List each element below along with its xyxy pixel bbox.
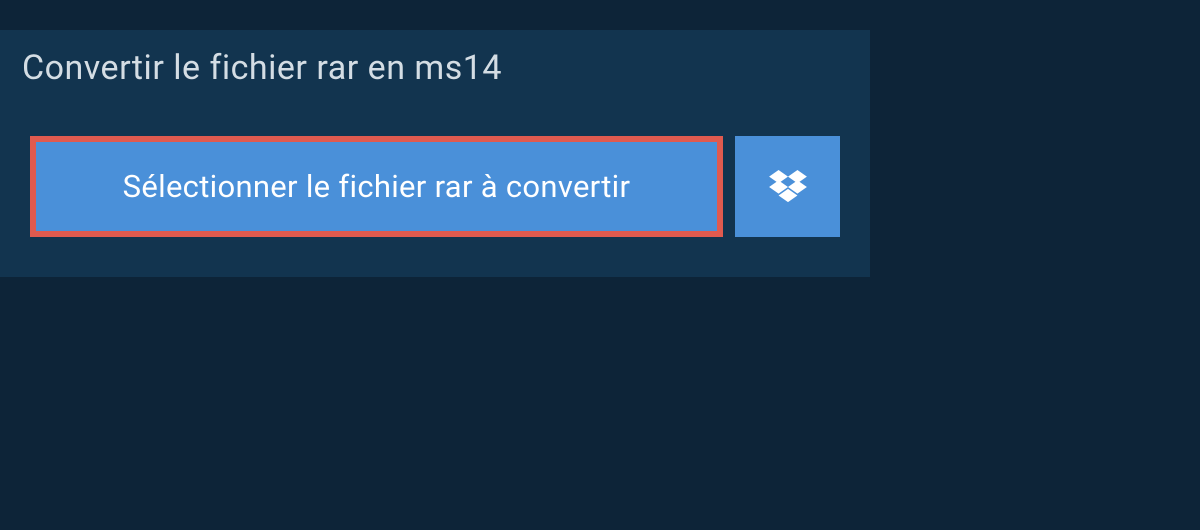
- select-file-label: Sélectionner le fichier rar à convertir: [123, 168, 631, 205]
- title-bar: Convertir le fichier rar en ms14: [0, 30, 552, 106]
- button-row: Sélectionner le fichier rar à convertir: [0, 106, 870, 237]
- dropbox-icon: [769, 170, 807, 204]
- converter-panel: Convertir le fichier rar en ms14 Sélecti…: [0, 30, 870, 277]
- dropbox-button[interactable]: [735, 136, 840, 237]
- select-file-button[interactable]: Sélectionner le fichier rar à convertir: [30, 136, 723, 237]
- page-title: Convertir le fichier rar en ms14: [22, 48, 502, 88]
